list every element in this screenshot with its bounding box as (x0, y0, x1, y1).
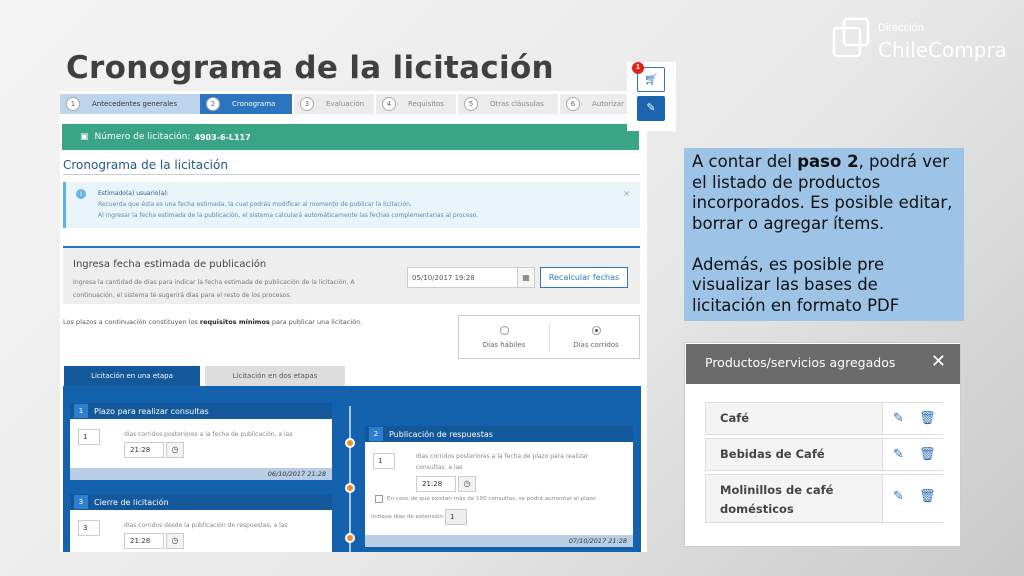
edit-icon[interactable]: ✎ (893, 447, 904, 463)
close-icon[interactable]: ✕ (931, 353, 946, 371)
floating-icon-panel: 🛒︎ 1 ✎ (627, 62, 676, 131)
fecha-publicacion-panel: Ingresa fecha estimada de publicación In… (63, 246, 640, 304)
step-requisitos[interactable]: 4 Requisitos (376, 94, 456, 114)
product-name: Bebidas de Café (720, 447, 825, 461)
licitacion-label: Número de licitación: (94, 132, 191, 142)
product-row: Bebidas de Café ✎ 🗑︎ (705, 438, 944, 471)
card-title: Plazo para realizar consultas (94, 406, 209, 416)
info-line1: Recuerda que ésta es una fecha estimada,… (98, 201, 412, 208)
trash-icon[interactable]: 🗑︎ (919, 447, 936, 463)
product-row: Café ✎ 🗑︎ (705, 402, 944, 435)
card-cierre-licitacion: 3 Cierre de licitación 3 días corridos de… (70, 494, 332, 552)
trash-icon[interactable]: 🗑︎ (919, 489, 936, 505)
card-publicacion-respuestas: 2 Publicación de respuestas 1 días corrid… (365, 426, 633, 547)
logo-line1: Dirección (878, 22, 924, 34)
edit-icon[interactable]: ✎ (893, 489, 904, 505)
note-paragraph-1: A contar del paso 2, podrá ver el listad… (692, 152, 953, 233)
step-label: Evaluación (326, 100, 365, 108)
fecha-title: Ingresa fecha estimada de publicación (73, 259, 267, 270)
card-date: 07/10/2017 21:28 (365, 535, 633, 547)
card-date: 06/10/2017 21:28 (70, 468, 332, 480)
clock-icon[interactable]: ◷ (166, 442, 184, 458)
licitacion-number-bar: ▣ Número de licitación: 4903-6-L117 (62, 124, 639, 150)
extension-checkbox[interactable] (375, 495, 383, 503)
tab-dos-etapas[interactable]: Licitación en dos etapas (205, 366, 345, 386)
timeline-dot (345, 483, 355, 493)
step-label: Requisitos (408, 100, 444, 108)
section-title: Cronograma de la licitación (63, 158, 228, 172)
products-panel: Productos/servicios agregados ✕ Café ✎ 🗑︎… (684, 342, 961, 547)
timeline-dot (345, 438, 355, 448)
fecha-description: Ingresa la cantidad de días para indicar… (73, 279, 355, 299)
chilecompra-logo: Dirección ChileCompra (830, 14, 1010, 66)
recalcular-fechas-button[interactable]: Recalcular fechas (540, 267, 628, 288)
products-header: Productos/servicios agregados (686, 344, 960, 384)
logo-line2: ChileCompra (878, 38, 1007, 62)
slide-title: Cronograma de la licitación (66, 50, 554, 86)
product-name: Molinillos de café domésticos (720, 483, 834, 516)
clock-icon[interactable]: ◷ (166, 533, 184, 549)
close-icon[interactable]: × (623, 188, 630, 199)
clock-icon[interactable]: ◷ (458, 476, 476, 492)
trash-icon[interactable]: 🗑︎ (919, 411, 936, 427)
step-label: Otras cláusulas (490, 100, 544, 108)
timeline-line (349, 406, 351, 552)
step-label: Autorizar (592, 100, 624, 108)
product-row: Molinillos de café domésticos ✎ 🗑︎ (705, 474, 944, 523)
extension-days-input[interactable]: 1 (445, 509, 467, 525)
radio-dias-corridos[interactable]: Días corridos (551, 326, 641, 349)
step-cronograma[interactable]: 2 Cronograma (200, 94, 292, 114)
app-screenshot: 1 Antecedentes generales 2 Cronograma 3 Eva… (60, 91, 647, 552)
edit-icon[interactable]: ✎ (893, 411, 904, 427)
days-input[interactable]: 1 (78, 429, 100, 445)
logo-mark-icon (832, 17, 870, 58)
document-icon[interactable]: ✎ (637, 96, 665, 121)
days-input[interactable]: 3 (78, 520, 100, 536)
explanation-note: A contar del paso 2, podrá ver el listad… (684, 148, 964, 321)
calendar-icon[interactable]: ▦ (517, 267, 535, 288)
stepper: 1 Antecedentes generales 2 Cronograma 3 Eva… (60, 94, 647, 114)
note-paragraph-2: Además, es posible pre visualizar las ba… (692, 254, 900, 315)
days-input[interactable]: 1 (373, 453, 395, 469)
time-input[interactable]: 21:28 (124, 442, 164, 458)
time-input[interactable]: 21:28 (416, 476, 456, 492)
fecha-input[interactable]: 05/10/2017 19:28 (407, 267, 530, 288)
card-plazo-consultas: 1 Plazo para realizar consultas 1 días co… (70, 403, 332, 480)
tab-una-etapa[interactable]: Licitación en una etapa (64, 366, 200, 386)
timeline-dot (345, 533, 355, 543)
divider (63, 174, 640, 175)
step-antecedentes[interactable]: 1 Antecedentes generales (60, 94, 200, 114)
step-evaluacion[interactable]: 3 Evaluación (294, 94, 374, 114)
cart-badge: 1 (632, 62, 644, 74)
card-title: Cierre de licitación (94, 497, 169, 507)
radio-dias-habiles[interactable]: Días hábiles (459, 326, 549, 349)
dias-radio-group: Días hábiles Días corridos (458, 315, 640, 359)
clipboard-icon: ▣ (80, 132, 89, 142)
step-label: Cronograma (232, 100, 276, 108)
info-icon: i (76, 189, 86, 199)
info-alert: i Estimado(a) usuario(a): Recuerda que é… (63, 182, 640, 228)
info-line2: Al ingresar la fecha estimada de la publ… (98, 212, 479, 219)
info-heading: Estimado(a) usuario(a): (98, 190, 169, 197)
products-title: Productos/servicios agregados (705, 355, 896, 370)
licitacion-number: 4903-6-L117 (194, 132, 251, 142)
product-name: Café (720, 411, 750, 425)
card-title: Publicación de respuestas (389, 429, 493, 439)
plazos-note: Los plazos a continuación constituyen lo… (63, 318, 363, 326)
time-input[interactable]: 21:28 (124, 533, 164, 549)
step-otras-clausulas[interactable]: 5 Otras cláusulas (458, 94, 558, 114)
step-label: Antecedentes generales (92, 100, 178, 108)
